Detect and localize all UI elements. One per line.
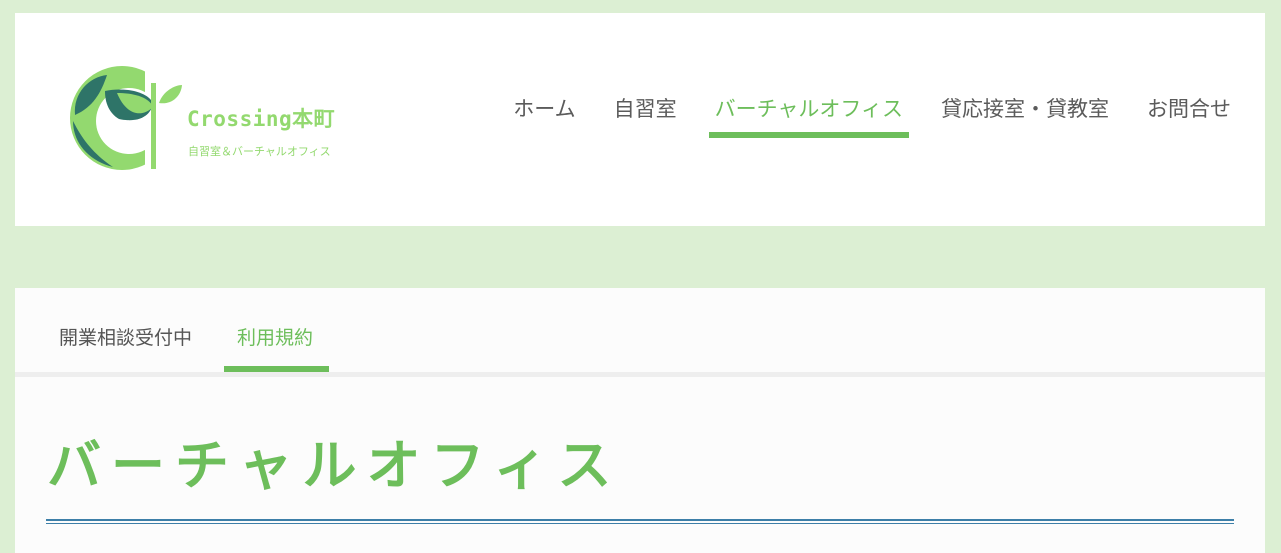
nav-item-study-room[interactable]: 自習室: [608, 93, 683, 125]
main-content: 開業相談受付中 利用規約 バーチャルオフィス: [15, 288, 1265, 553]
leaf-c-logo-icon: [70, 63, 182, 173]
page-title: バーチャルオフィス: [47, 434, 622, 497]
nav-item-contact[interactable]: お問合せ: [1141, 93, 1237, 125]
sub-tab-bar: 開業相談受付中 利用規約: [15, 288, 1265, 377]
tab-business-consultation[interactable]: 開業相談受付中: [59, 324, 192, 352]
active-tab-indicator: [224, 366, 329, 372]
tab-terms-of-use[interactable]: 利用規約: [237, 324, 313, 352]
nav-item-rental-rooms[interactable]: 貸応接室・貸教室: [935, 93, 1115, 125]
nav-item-virtual-office[interactable]: バーチャルオフィス: [708, 93, 910, 138]
logo-subtitle: 自習室＆バーチャルオフィス: [188, 145, 331, 158]
title-divider: [46, 519, 1234, 524]
site-header: Crossing本町 自習室＆バーチャルオフィス ホーム 自習室 バーチャルオフ…: [15, 13, 1265, 226]
site-logo[interactable]: Crossing本町 自習室＆バーチャルオフィス: [67, 63, 367, 173]
nav-item-home[interactable]: ホーム: [507, 93, 581, 125]
global-nav: ホーム 自習室 バーチャルオフィス 貸応接室・貸教室 お問合せ: [507, 93, 1237, 138]
logo-name: Crossing本町: [187, 107, 336, 131]
